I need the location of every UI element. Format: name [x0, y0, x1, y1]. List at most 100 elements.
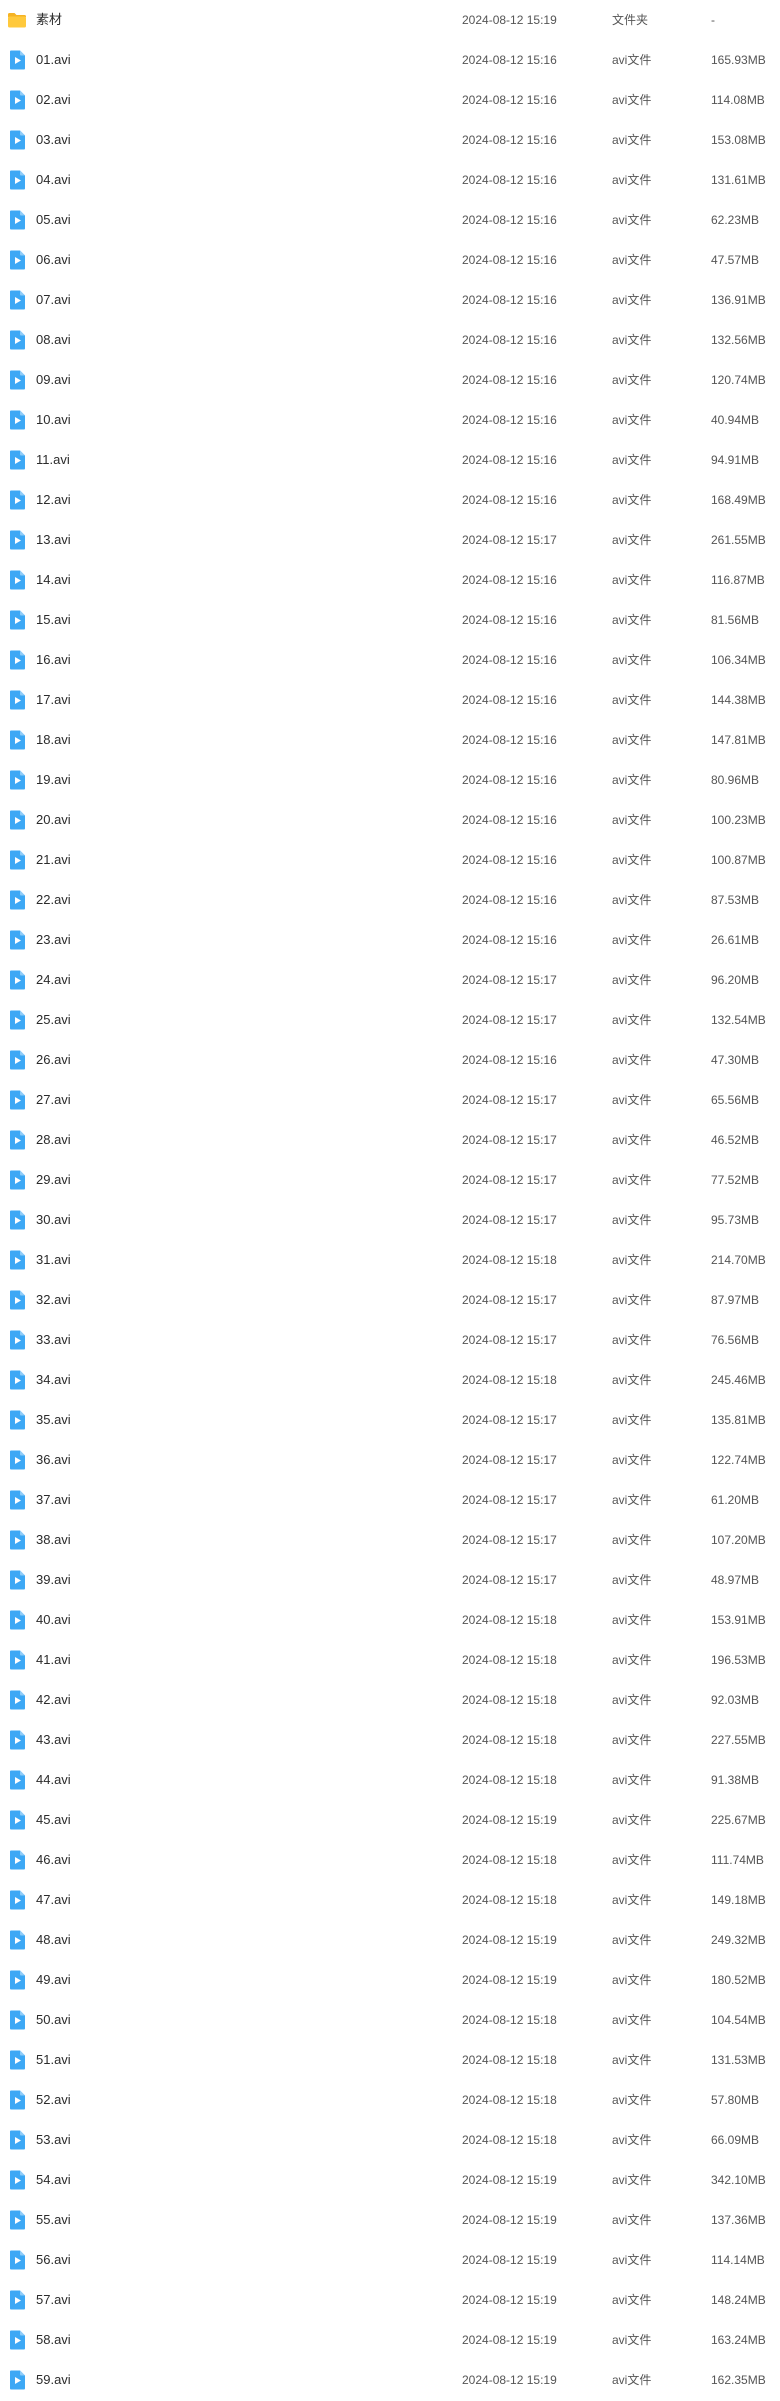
file-row[interactable]: 28.avi 2024-08-12 15:17 avi文件 46.52MB — [0, 1120, 780, 1160]
file-type: avi文件 — [612, 1853, 652, 1867]
file-type: avi文件 — [612, 1093, 652, 1107]
file-type: avi文件 — [612, 1173, 652, 1187]
file-row[interactable]: 27.avi 2024-08-12 15:17 avi文件 65.56MB — [0, 1080, 780, 1120]
file-modified-date: 2024-08-12 15:16 — [462, 933, 557, 947]
video-file-icon — [6, 329, 28, 351]
file-row[interactable]: 29.avi 2024-08-12 15:17 avi文件 77.52MB — [0, 1160, 780, 1200]
file-modified-date: 2024-08-12 15:16 — [462, 813, 557, 827]
file-row[interactable]: 07.avi 2024-08-12 15:16 avi文件 136.91MB — [0, 280, 780, 320]
video-file-icon — [6, 1009, 28, 1031]
file-row[interactable]: 06.avi 2024-08-12 15:16 avi文件 47.57MB — [0, 240, 780, 280]
file-name: 20.avi — [36, 812, 71, 827]
file-type: avi文件 — [612, 1813, 652, 1827]
file-row[interactable]: 15.avi 2024-08-12 15:16 avi文件 81.56MB — [0, 600, 780, 640]
file-type: avi文件 — [612, 973, 652, 987]
file-row[interactable]: 43.avi 2024-08-12 15:18 avi文件 227.55MB — [0, 1720, 780, 1760]
file-name: 31.avi — [36, 1252, 71, 1267]
video-file-icon — [6, 1449, 28, 1471]
file-modified-date: 2024-08-12 15:17 — [462, 1573, 557, 1587]
file-row[interactable]: 09.avi 2024-08-12 15:16 avi文件 120.74MB — [0, 360, 780, 400]
file-row[interactable]: 19.avi 2024-08-12 15:16 avi文件 80.96MB — [0, 760, 780, 800]
file-row[interactable]: 12.avi 2024-08-12 15:16 avi文件 168.49MB — [0, 480, 780, 520]
file-type: avi文件 — [612, 1613, 652, 1627]
file-row[interactable]: 47.avi 2024-08-12 15:18 avi文件 149.18MB — [0, 1880, 780, 1920]
video-file-icon — [6, 409, 28, 431]
file-type: avi文件 — [612, 2093, 652, 2107]
file-row[interactable]: 41.avi 2024-08-12 15:18 avi文件 196.53MB — [0, 1640, 780, 1680]
video-file-icon — [6, 1329, 28, 1351]
file-row[interactable]: 52.avi 2024-08-12 15:18 avi文件 57.80MB — [0, 2080, 780, 2120]
file-name: 35.avi — [36, 1412, 71, 1427]
file-row[interactable]: 22.avi 2024-08-12 15:16 avi文件 87.53MB — [0, 880, 780, 920]
file-row[interactable]: 16.avi 2024-08-12 15:16 avi文件 106.34MB — [0, 640, 780, 680]
file-row[interactable]: 46.avi 2024-08-12 15:18 avi文件 111.74MB — [0, 1840, 780, 1880]
file-name: 15.avi — [36, 612, 71, 627]
file-row[interactable]: 11.avi 2024-08-12 15:16 avi文件 94.91MB — [0, 440, 780, 480]
file-name: 18.avi — [36, 732, 71, 747]
file-type: avi文件 — [612, 1413, 652, 1427]
file-row[interactable]: 53.avi 2024-08-12 15:18 avi文件 66.09MB — [0, 2120, 780, 2160]
file-row[interactable]: 13.avi 2024-08-12 15:17 avi文件 261.55MB — [0, 520, 780, 560]
file-row[interactable]: 01.avi 2024-08-12 15:16 avi文件 165.93MB — [0, 40, 780, 80]
file-row[interactable]: 39.avi 2024-08-12 15:17 avi文件 48.97MB — [0, 1560, 780, 1600]
file-row[interactable]: 03.avi 2024-08-12 15:16 avi文件 153.08MB — [0, 120, 780, 160]
file-row[interactable]: 18.avi 2024-08-12 15:16 avi文件 147.81MB — [0, 720, 780, 760]
file-row[interactable]: 42.avi 2024-08-12 15:18 avi文件 92.03MB — [0, 1680, 780, 1720]
file-row[interactable]: 33.avi 2024-08-12 15:17 avi文件 76.56MB — [0, 1320, 780, 1360]
file-row[interactable]: 44.avi 2024-08-12 15:18 avi文件 91.38MB — [0, 1760, 780, 1800]
video-file-icon — [6, 449, 28, 471]
file-row[interactable]: 56.avi 2024-08-12 15:19 avi文件 114.14MB — [0, 2240, 780, 2280]
file-row[interactable]: 20.avi 2024-08-12 15:16 avi文件 100.23MB — [0, 800, 780, 840]
file-row[interactable]: 素材 2024-08-12 15:19 文件夹 - — [0, 0, 780, 40]
file-row[interactable]: 40.avi 2024-08-12 15:18 avi文件 153.91MB — [0, 1600, 780, 1640]
file-row[interactable]: 26.avi 2024-08-12 15:16 avi文件 47.30MB — [0, 1040, 780, 1080]
file-type: avi文件 — [612, 93, 652, 107]
file-row[interactable]: 23.avi 2024-08-12 15:16 avi文件 26.61MB — [0, 920, 780, 960]
file-row[interactable]: 14.avi 2024-08-12 15:16 avi文件 116.87MB — [0, 560, 780, 600]
file-row[interactable]: 31.avi 2024-08-12 15:18 avi文件 214.70MB — [0, 1240, 780, 1280]
file-row[interactable]: 55.avi 2024-08-12 15:19 avi文件 137.36MB — [0, 2200, 780, 2240]
file-row[interactable]: 21.avi 2024-08-12 15:16 avi文件 100.87MB — [0, 840, 780, 880]
file-name: 56.avi — [36, 2252, 71, 2267]
file-row[interactable]: 32.avi 2024-08-12 15:17 avi文件 87.97MB — [0, 1280, 780, 1320]
file-row[interactable]: 59.avi 2024-08-12 15:19 avi文件 162.35MB — [0, 2360, 780, 2400]
file-row[interactable]: 25.avi 2024-08-12 15:17 avi文件 132.54MB — [0, 1000, 780, 1040]
file-row[interactable]: 37.avi 2024-08-12 15:17 avi文件 61.20MB — [0, 1480, 780, 1520]
file-row[interactable]: 30.avi 2024-08-12 15:17 avi文件 95.73MB — [0, 1200, 780, 1240]
file-row[interactable]: 54.avi 2024-08-12 15:19 avi文件 342.10MB — [0, 2160, 780, 2200]
file-size: 40.94MB — [711, 413, 760, 427]
file-row[interactable]: 34.avi 2024-08-12 15:18 avi文件 245.46MB — [0, 1360, 780, 1400]
video-file-icon — [6, 289, 28, 311]
file-row[interactable]: 50.avi 2024-08-12 15:18 avi文件 104.54MB — [0, 2000, 780, 2040]
file-name: 41.avi — [36, 1652, 71, 1667]
video-file-icon — [6, 129, 28, 151]
file-modified-date: 2024-08-12 15:18 — [462, 2093, 557, 2107]
video-file-icon — [6, 489, 28, 511]
video-file-icon — [6, 1649, 28, 1671]
file-size: 135.81MB — [711, 1413, 766, 1427]
file-type: avi文件 — [612, 453, 652, 467]
file-row[interactable]: 08.avi 2024-08-12 15:16 avi文件 132.56MB — [0, 320, 780, 360]
file-row[interactable]: 49.avi 2024-08-12 15:19 avi文件 180.52MB — [0, 1960, 780, 2000]
file-name: 06.avi — [36, 252, 71, 267]
file-size: - — [711, 13, 715, 27]
file-modified-date: 2024-08-12 15:16 — [462, 293, 557, 307]
file-row[interactable]: 36.avi 2024-08-12 15:17 avi文件 122.74MB — [0, 1440, 780, 1480]
video-file-icon — [6, 1089, 28, 1111]
file-modified-date: 2024-08-12 15:19 — [462, 2373, 557, 2387]
file-row[interactable]: 05.avi 2024-08-12 15:16 avi文件 62.23MB — [0, 200, 780, 240]
file-row[interactable]: 51.avi 2024-08-12 15:18 avi文件 131.53MB — [0, 2040, 780, 2080]
file-row[interactable]: 57.avi 2024-08-12 15:19 avi文件 148.24MB — [0, 2280, 780, 2320]
file-row[interactable]: 48.avi 2024-08-12 15:19 avi文件 249.32MB — [0, 1920, 780, 1960]
file-row[interactable]: 45.avi 2024-08-12 15:19 avi文件 225.67MB — [0, 1800, 780, 1840]
file-row[interactable]: 02.avi 2024-08-12 15:16 avi文件 114.08MB — [0, 80, 780, 120]
file-modified-date: 2024-08-12 15:18 — [462, 1733, 557, 1747]
file-row[interactable]: 10.avi 2024-08-12 15:16 avi文件 40.94MB — [0, 400, 780, 440]
file-row[interactable]: 17.avi 2024-08-12 15:16 avi文件 144.38MB — [0, 680, 780, 720]
file-row[interactable]: 24.avi 2024-08-12 15:17 avi文件 96.20MB — [0, 960, 780, 1000]
file-row[interactable]: 04.avi 2024-08-12 15:16 avi文件 131.61MB — [0, 160, 780, 200]
file-size: 116.87MB — [711, 573, 765, 587]
file-row[interactable]: 35.avi 2024-08-12 15:17 avi文件 135.81MB — [0, 1400, 780, 1440]
file-row[interactable]: 58.avi 2024-08-12 15:19 avi文件 163.24MB — [0, 2320, 780, 2360]
file-row[interactable]: 38.avi 2024-08-12 15:17 avi文件 107.20MB — [0, 1520, 780, 1560]
